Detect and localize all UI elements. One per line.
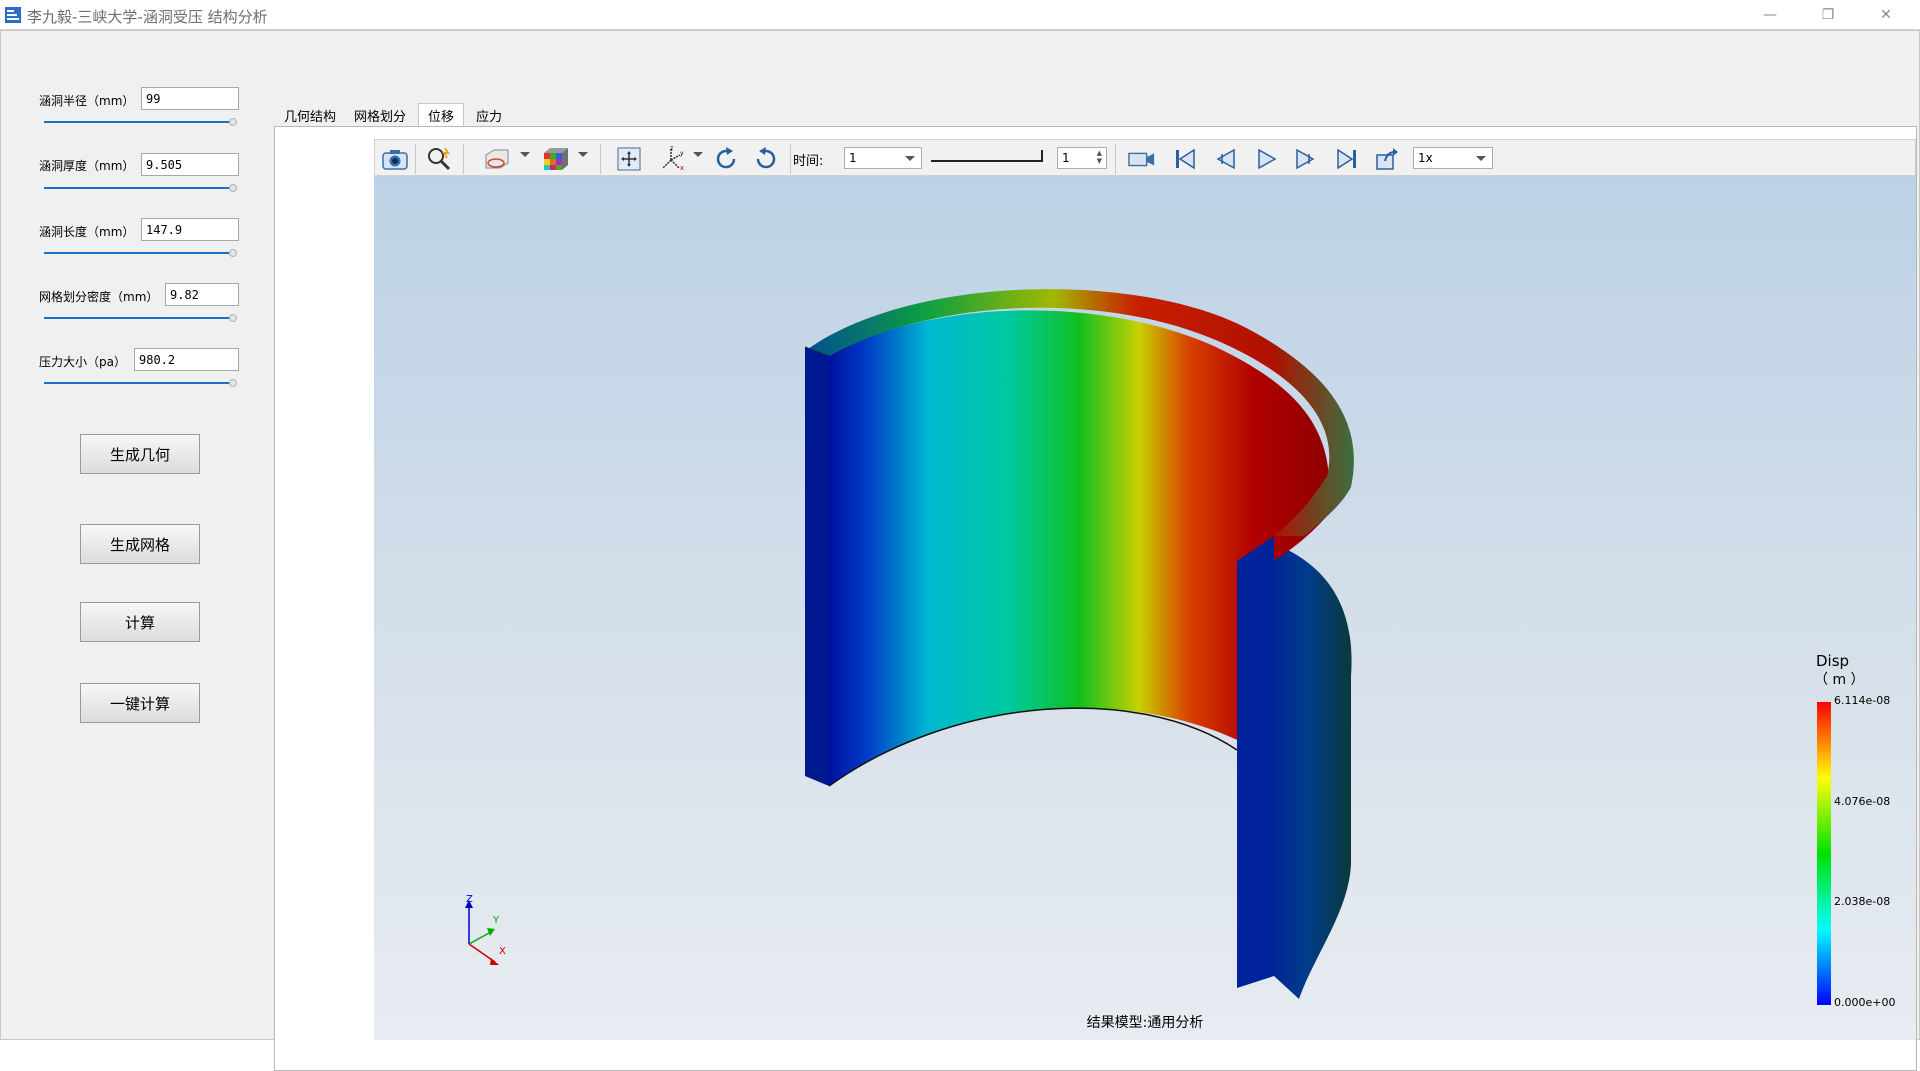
app-icon	[5, 7, 21, 23]
legend-tick-2: 4.076e-08	[1834, 795, 1891, 808]
legend-title: Disp	[1816, 652, 1850, 670]
legend-unit: （ m ）	[1814, 672, 1865, 688]
legend-tick-min: 0.000e+00	[1834, 996, 1896, 1009]
legend-tick-1: 2.038e-08	[1834, 895, 1891, 908]
radius-slider-track[interactable]	[44, 121, 234, 123]
last-frame-icon[interactable]	[1333, 145, 1361, 173]
generate-geometry-button[interactable]: 生成几何	[80, 434, 200, 474]
first-frame-icon[interactable]	[1171, 145, 1199, 173]
view-mode-dropdown-icon[interactable]	[520, 152, 530, 157]
time-select[interactable]: 1	[844, 147, 922, 169]
generate-mesh-button[interactable]: 生成网格	[80, 524, 200, 564]
length-input[interactable]: 147.9	[141, 218, 239, 241]
pressure-slider-handle[interactable]	[229, 379, 237, 387]
rotate-ccw-icon[interactable]	[752, 145, 780, 173]
frame-spinbox-value: 1	[1062, 151, 1070, 165]
maximize-button[interactable]: ❐	[1800, 0, 1856, 30]
axes-dropdown-icon[interactable]	[693, 152, 703, 157]
pressure-input[interactable]: 980.2	[134, 348, 239, 371]
mesh-density-slider-track[interactable]	[44, 317, 234, 319]
title-bar: 李九毅-三峡大学-涵洞受压 结构分析 — ❐ ✕	[0, 0, 1920, 30]
tab-mesh[interactable]: 网格划分	[352, 103, 408, 127]
radius-input[interactable]: 99	[141, 87, 239, 110]
length-slider-track[interactable]	[44, 252, 234, 254]
speed-select[interactable]: 1x	[1413, 147, 1493, 169]
triad-y-label: Y	[493, 915, 500, 926]
speed-select-value: 1x	[1418, 151, 1433, 165]
time-slider[interactable]	[931, 150, 1043, 162]
mesh-density-slider-handle[interactable]	[229, 314, 237, 322]
zoom-icon[interactable]	[425, 145, 453, 173]
thickness-slider-track[interactable]	[44, 187, 234, 189]
view-mode-icon[interactable]	[482, 145, 510, 173]
triad-x-label: X	[499, 946, 506, 957]
next-frame-icon[interactable]	[1292, 145, 1320, 173]
tab-geometry[interactable]: 几何结构	[282, 103, 338, 127]
colormap-icon[interactable]	[541, 145, 569, 173]
thickness-slider-handle[interactable]	[229, 184, 237, 192]
legend-tick-max: 6.114e-08	[1834, 694, 1891, 707]
result-model-caption: 结果模型:通用分析	[1086, 1015, 1204, 1031]
svg-text:z: z	[670, 146, 673, 152]
tab-stress[interactable]: 应力	[471, 103, 507, 127]
legend-color-bar	[1817, 702, 1831, 1005]
compute-button[interactable]: 计算	[80, 602, 200, 642]
thickness-label: 涵洞厚度（mm）	[39, 159, 135, 173]
mesh-density-label: 网格划分密度（mm）	[39, 290, 159, 304]
pressure-label: 压力大小（pa）	[39, 355, 126, 369]
play-icon[interactable]	[1252, 145, 1280, 173]
minimize-button[interactable]: —	[1742, 0, 1798, 30]
one-click-compute-button[interactable]: 一键计算	[80, 683, 200, 723]
time-select-value: 1	[849, 151, 857, 165]
window-title: 李九毅-三峡大学-涵洞受压 结构分析	[27, 8, 268, 26]
svg-text:y: y	[680, 150, 684, 157]
radius-slider-handle[interactable]	[229, 118, 237, 126]
camera-icon[interactable]	[381, 145, 409, 173]
thickness-input[interactable]: 9.505	[141, 153, 239, 176]
close-button[interactable]: ✕	[1858, 0, 1914, 30]
prev-frame-icon[interactable]	[1211, 145, 1239, 173]
chevron-down-icon	[905, 156, 915, 161]
fit-view-icon[interactable]	[615, 145, 643, 173]
chevron-down-icon	[1476, 156, 1486, 161]
length-slider-handle[interactable]	[229, 249, 237, 257]
spin-arrows-icon[interactable]: ▲ ▼	[1097, 149, 1102, 165]
triad-z-label: Z	[466, 894, 473, 905]
length-label: 涵洞长度（mm）	[39, 225, 135, 239]
tab-displacement[interactable]: 位移	[418, 103, 464, 127]
time-label: 时间:	[793, 154, 824, 169]
mesh-density-input[interactable]: 9.82	[165, 283, 239, 306]
colormap-dropdown-icon[interactable]	[578, 152, 588, 157]
axes-icon[interactable]: z yx	[659, 145, 687, 173]
3d-viewport[interactable]: Z Y X 结果模型:通用分析 Disp （ m ） 6.114e-08 4.0…	[374, 176, 1916, 1040]
viewer-toolbar: z yx 时间: 1 1 ▲ ▼ 1x	[374, 139, 1916, 176]
pressure-slider-track[interactable]	[44, 382, 234, 384]
record-video-icon[interactable]	[1128, 145, 1156, 173]
export-icon[interactable]	[1373, 145, 1401, 173]
frame-spinbox[interactable]: 1 ▲ ▼	[1057, 147, 1107, 169]
rotate-cw-icon[interactable]	[712, 145, 740, 173]
svg-text:x: x	[680, 164, 684, 172]
model-render	[804, 289, 1354, 999]
radius-label: 涵洞半径（mm）	[39, 94, 135, 108]
